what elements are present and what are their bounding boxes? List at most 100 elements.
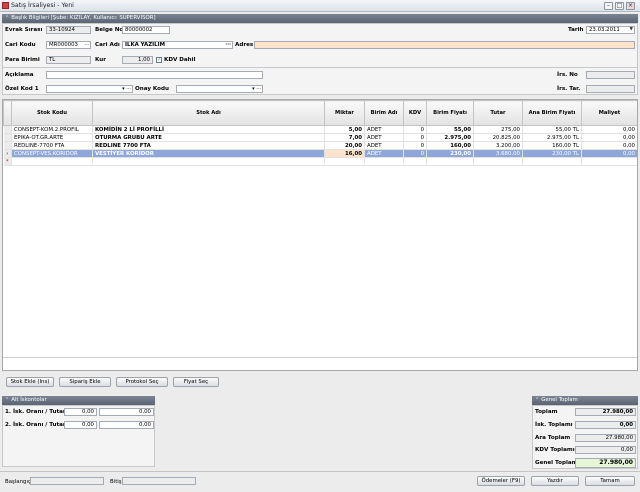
fiyat-sec-button[interactable]: Fiyat Seç [173,377,219,387]
col-kdv[interactable]: KDV [403,100,427,126]
table-row[interactable]: EPIKA-OT.GR.ARTE OTURMA GRUBU ARTE 7,00 … [3,133,637,142]
cell-birim-adi[interactable]: ADET [364,133,404,142]
irs-tar-field[interactable] [586,85,635,93]
cell-ana-birim-fiyati[interactable]: 160,00 TL [522,141,582,150]
aciklama-field[interactable] [46,71,263,79]
isk-toplami-field[interactable]: 0,00 [575,421,636,429]
cell-kdv[interactable]: 0 [403,125,427,134]
cell-birim-adi[interactable]: ADET [364,141,404,150]
browse-icon[interactable]: ··· [84,42,89,48]
col-miktar[interactable]: Miktar [324,100,365,126]
ara-toplam-field[interactable]: 27.980,00 [575,434,636,442]
cell-kdv[interactable]: 0 [403,133,427,142]
col-maliyet[interactable]: Maliyet [581,100,637,126]
isk1-rate-field[interactable]: 0,00 [64,408,97,416]
cell-stok-adi[interactable]: KOMİDİN 2 Lİ PROFİLLİ [92,125,325,134]
cell-kdv[interactable]: 0 [403,141,427,150]
adres-field[interactable] [254,41,635,49]
baslangic-field[interactable] [30,477,104,485]
cari-kodu-field[interactable]: MR000003 ··· [46,41,91,49]
cell-tutar[interactable]: 3.200,00 [473,141,523,150]
cell-stok-adi[interactable]: VESTİYER KORİDOR [92,149,325,158]
irs-no-field[interactable] [586,71,635,79]
evrak-sirasi-field[interactable]: 33-10924 [46,26,91,34]
isk2-rate-field[interactable]: 0,00 [64,421,97,429]
isk1-amount-field[interactable]: 0,00 [99,408,154,416]
cell-tutar[interactable]: 20.825,00 [473,133,523,142]
row-indicator[interactable] [3,141,12,150]
table-row[interactable]: REDLINE-7700 FTA REDLINE 7700 FTA 20,00 … [3,141,637,150]
bitis-field[interactable] [122,477,196,485]
cell-ana-birim-fiyati[interactable]: 2.975,00 TL [522,133,582,142]
cell-stok-kodu[interactable]: CONSEPT-VES.KORIDOR [11,149,93,158]
kur-field[interactable]: 1,00 [122,56,153,64]
combo-browse-icon[interactable]: ▾ ··· [122,86,131,92]
genel-toplam-field[interactable]: 27.980,00 [575,458,636,468]
col-birim-fiyati[interactable]: Birim Fiyatı [426,100,474,126]
tamam-button[interactable]: Tamam [585,476,635,486]
genel-toplam-title[interactable]: ⌃ Genel Toplam [532,396,638,405]
cell-empty[interactable] [581,157,637,166]
cell-kdv[interactable]: 0 [403,149,427,158]
cell-empty[interactable] [364,157,404,166]
row-indicator[interactable] [3,125,12,134]
table-row[interactable]: CONSEPT-KOM.2.PROFIL KOMİDİN 2 Lİ PROFİL… [3,125,637,134]
table-row-selected[interactable]: › CONSEPT-VES.KORIDOR VESTİYER KORİDOR 1… [3,149,637,158]
cell-ana-birim-fiyati[interactable]: 55,00 TL [522,125,582,134]
col-stok-kodu[interactable]: Stok Kodu [11,100,93,126]
cell-maliyet[interactable]: 0,00 [581,141,637,150]
cari-adi-field[interactable]: İLKA YAZILIM ··· [122,41,233,49]
cell-stok-kodu[interactable]: REDLINE-7700 FTA [11,141,93,150]
cell-birim-fiyati[interactable]: 230,00 [426,149,474,158]
cell-miktar[interactable]: 7,00 [324,133,365,142]
col-ana-birim-fiyati[interactable]: Ana Birim Fiyatı [522,100,582,126]
cell-ana-birim-fiyati[interactable]: 230,00 TL [522,149,582,158]
onay-kodu-field[interactable]: ▾ ··· [176,85,263,93]
cell-birim-adi[interactable]: ADET [364,149,404,158]
col-birim-adi[interactable]: Birim Adı [364,100,404,126]
cell-stok-kodu[interactable]: CONSEPT-KOM.2.PROFIL [11,125,93,134]
cell-stok-kodu[interactable]: EPIKA-OT.GR.ARTE [11,133,93,142]
header-section-title[interactable]: ⌃ Başlık Bilgileri [Şube: KIZILAY, Kullan… [2,14,638,23]
isk2-amount-field[interactable]: 0,00 [99,421,154,429]
cell-empty[interactable] [426,157,474,166]
cell-empty[interactable] [522,157,582,166]
ozel-kod-field[interactable]: ▾ ··· [46,85,133,93]
combo-browse-icon[interactable]: ▾ ··· [252,86,261,92]
cell-tutar[interactable]: 3.680,00 [473,149,523,158]
cell-empty[interactable] [403,157,427,166]
cell-empty[interactable] [324,157,365,166]
protokol-sec-button[interactable]: Protokol Seç [116,377,168,387]
cell-empty[interactable] [473,157,523,166]
stok-ekle-button[interactable]: Stok Ekle (Ins) [6,377,54,387]
new-row-asterisk-icon[interactable]: * [3,157,12,166]
dropdown-arrow-icon[interactable]: ▼ [630,27,633,33]
belge-no-field[interactable]: 80000002 [122,26,170,34]
para-birimi-field[interactable]: TL [46,56,91,64]
cell-miktar[interactable]: 20,00 [324,141,365,150]
alt-iskontolar-title[interactable]: ⌃ Alt İskontolar [2,396,155,405]
cell-maliyet[interactable]: 0,00 [581,125,637,134]
cell-birim-fiyati[interactable]: 160,00 [426,141,474,150]
toplam-field[interactable]: 27.980,00 [575,408,636,416]
cell-birim-fiyati[interactable]: 2.975,00 [426,133,474,142]
cell-empty[interactable] [92,157,325,166]
cell-birim-fiyati[interactable]: 55,00 [426,125,474,134]
cell-maliyet[interactable]: 0,00 [581,149,637,158]
current-row-arrow-icon[interactable]: › [3,149,12,158]
browse-icon[interactable]: ··· [225,42,231,48]
cell-miktar[interactable]: 5,00 [324,125,365,134]
maximize-button[interactable]: □ [615,2,624,10]
close-button[interactable]: × [626,2,635,10]
cell-empty[interactable] [11,157,93,166]
new-row[interactable]: * [3,157,637,166]
cell-tutar[interactable]: 275,00 [473,125,523,134]
col-stok-adi[interactable]: Stok Adı [92,100,325,126]
kdv-toplami-field[interactable]: 0,00 [575,446,636,454]
col-tutar[interactable]: Tutar [473,100,523,126]
cell-stok-adi[interactable]: REDLINE 7700 FTA [92,141,325,150]
kdv-dahil-checkbox[interactable]: ✓ [156,57,162,63]
minimize-button[interactable]: – [604,2,613,10]
cell-birim-adi[interactable]: ADET [364,125,404,134]
yazdir-button[interactable]: Yazdır [531,476,579,486]
